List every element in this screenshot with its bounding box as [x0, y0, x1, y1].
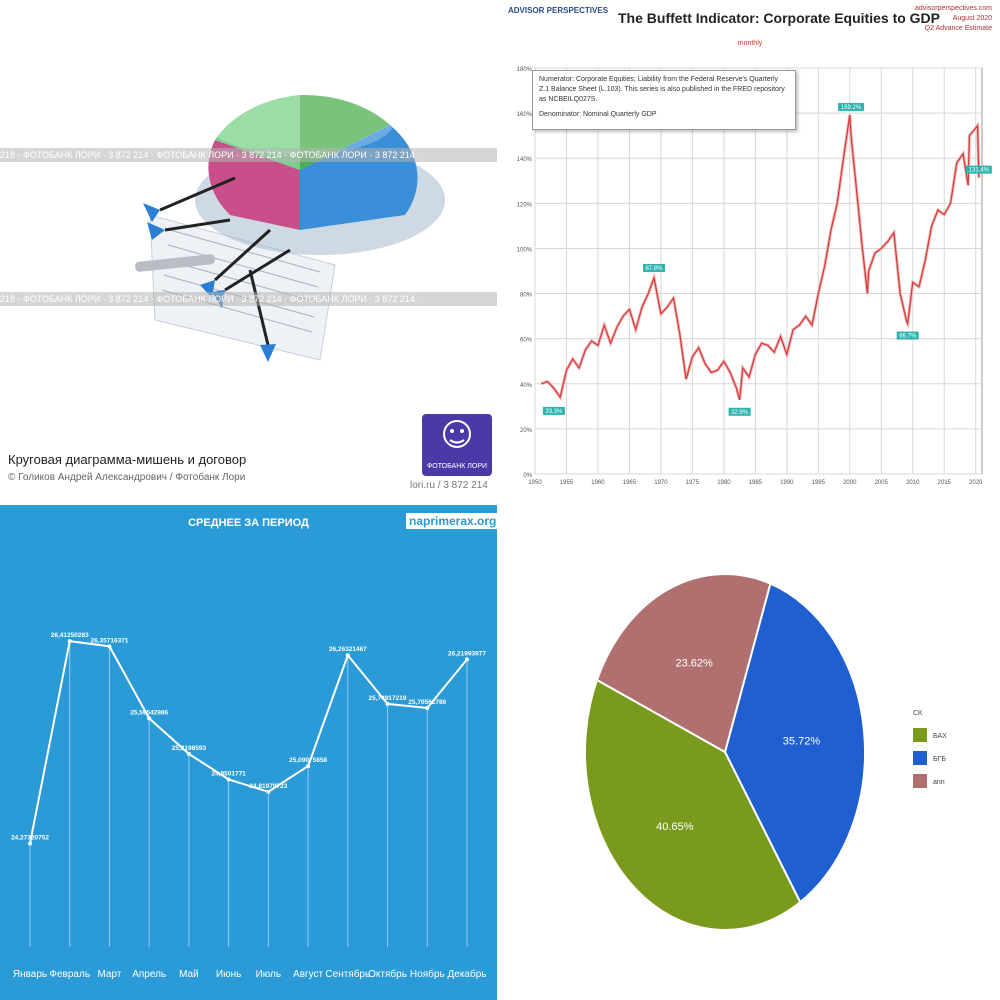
data-label: 26,21993977	[448, 650, 486, 657]
category-label: Январь	[13, 969, 47, 980]
data-label: 26,26321467	[329, 646, 367, 653]
slice-label: 35.72%	[783, 735, 821, 747]
bird-icon	[443, 420, 471, 448]
y-tick-label: 0%	[523, 473, 532, 479]
category-label: Декабрь	[448, 968, 487, 980]
legend-swatch	[913, 774, 927, 788]
data-label: 25,59542986	[130, 709, 168, 716]
data-label: 25,2198593	[172, 745, 207, 752]
monthly-line-chart: 24,27320752 Январь 26,41250283 Февраль 26,35…	[11, 632, 487, 980]
stock-photo-panel: 218 · ФОТОБАНК ЛОРИ · 3 872 214 · ФОТОБА…	[0, 0, 497, 500]
category-label: Июнь	[216, 969, 241, 980]
x-tick-label: 1985	[749, 480, 763, 486]
y-tick-label: 140%	[517, 157, 533, 163]
category-label: Сентябрь	[325, 968, 370, 980]
data-point	[306, 764, 311, 769]
x-tick-label: 1975	[686, 480, 700, 486]
data-point	[107, 644, 112, 649]
x-tick-label: 2015	[938, 480, 952, 486]
x-tick-label: 1965	[623, 480, 637, 486]
data-label: 25,74917219	[369, 695, 407, 702]
data-label: 26,35716371	[90, 637, 128, 644]
legend-swatch	[913, 751, 927, 765]
buffett-indicator-panel: ADVISOR PERSPECTIVES The Buffett Indicat…	[500, 0, 1000, 500]
data-point	[186, 751, 191, 756]
y-tick-label: 20%	[520, 428, 533, 434]
x-tick-label: 1980	[717, 480, 731, 486]
photo-id: lori.ru / 3 872 214	[410, 480, 488, 491]
annotation-label: 159.2%	[841, 105, 862, 111]
data-point	[226, 777, 231, 782]
annotation-label: 32.9%	[731, 410, 749, 416]
annotation-label: 131.4%	[969, 168, 990, 174]
data-point	[147, 716, 152, 721]
x-tick-label: 2000	[843, 480, 857, 486]
data-label: 25,09075858	[289, 757, 327, 764]
chart-note: Numerator: Corporate Equities; Liability…	[532, 70, 796, 130]
y-tick-label: 60%	[520, 338, 533, 344]
category-label: Ноябрь	[410, 968, 445, 980]
data-point	[465, 657, 469, 662]
annotation-label: 33.3%	[545, 409, 563, 415]
photo-title: Круговая диаграмма-мишень и договор	[8, 452, 247, 467]
watermark-strip: 218 · ФОТОБАНК ЛОРИ · 3 872 214 · ФОТОБА…	[0, 292, 497, 306]
watermark-strip: 218 · ФОТОБАНК ЛОРИ · 3 872 214 · ФОТОБА…	[0, 148, 497, 162]
legend-title: СК	[913, 710, 923, 717]
series-line	[29, 640, 468, 844]
slice-label: 40.65%	[656, 821, 694, 833]
y-tick-label: 120%	[517, 202, 533, 208]
data-label: 25,70562786	[408, 699, 446, 706]
data-point	[28, 841, 32, 846]
category-label: Февраль	[49, 969, 90, 980]
x-tick-label: 1960	[591, 480, 605, 486]
x-tick-label: 1995	[812, 480, 826, 486]
x-tick-label: 1950	[528, 480, 542, 486]
y-tick-label: 160%	[517, 112, 533, 118]
pie-chart-panel: 35.72% 40.65% 23.62% СК БАХ БГБ ann	[500, 505, 1000, 1000]
x-tick-label: 2005	[875, 480, 889, 486]
note-numerator: Numerator: Corporate Equities; Liability…	[539, 76, 785, 103]
x-tick-label: 2020	[969, 480, 983, 486]
x-tick-label: 1970	[654, 480, 668, 486]
note-denominator: Denominator: Nominal Quarterly GDP	[539, 111, 657, 118]
monthly-average-panel: СРЕДНЕЕ ЗА ПЕРИОД naprimerax.org 24,2732…	[0, 505, 497, 1000]
y-tick-label: 40%	[520, 383, 533, 389]
data-point	[345, 653, 350, 658]
slice-label: 23.62%	[676, 657, 714, 669]
annotation-label: 87.8%	[645, 266, 663, 272]
y-tick-label: 100%	[517, 247, 533, 253]
annotation-label: 66.7%	[899, 334, 917, 340]
data-label: 26,41250283	[51, 632, 89, 639]
legend-label: БГБ	[933, 756, 946, 763]
legend-swatch	[913, 728, 927, 742]
photo-credit: © Голиков Андрей Александрович / Фотобан…	[8, 472, 246, 483]
x-tick-label: 2010	[906, 480, 920, 486]
y-tick-label: 80%	[520, 293, 533, 299]
data-label: 24,81979723	[249, 783, 287, 790]
x-tick-label: 1990	[780, 480, 794, 486]
photobank-logo: ФОТОБАНК ЛОРИ	[422, 414, 492, 476]
legend-label: ann	[933, 779, 945, 786]
data-point	[385, 701, 390, 706]
data-label: 24,27320752	[11, 834, 49, 841]
data-label: 24,9501771	[211, 770, 246, 777]
x-tick-label: 1955	[560, 480, 574, 486]
category-label: Август	[293, 969, 324, 980]
pie-chart: 35.72% 40.65% 23.62% СК БАХ БГБ ann	[584, 573, 947, 931]
legend-label: БАХ	[933, 733, 947, 740]
category-label: Апрель	[132, 969, 166, 980]
data-point	[266, 789, 271, 794]
data-point	[67, 639, 72, 644]
y-tick-label: 180%	[517, 67, 533, 73]
category-label: Май	[179, 969, 199, 980]
category-label: Март	[97, 969, 121, 980]
data-point	[425, 705, 430, 710]
category-label: Октябрь	[368, 968, 407, 980]
category-label: Июль	[256, 969, 282, 980]
